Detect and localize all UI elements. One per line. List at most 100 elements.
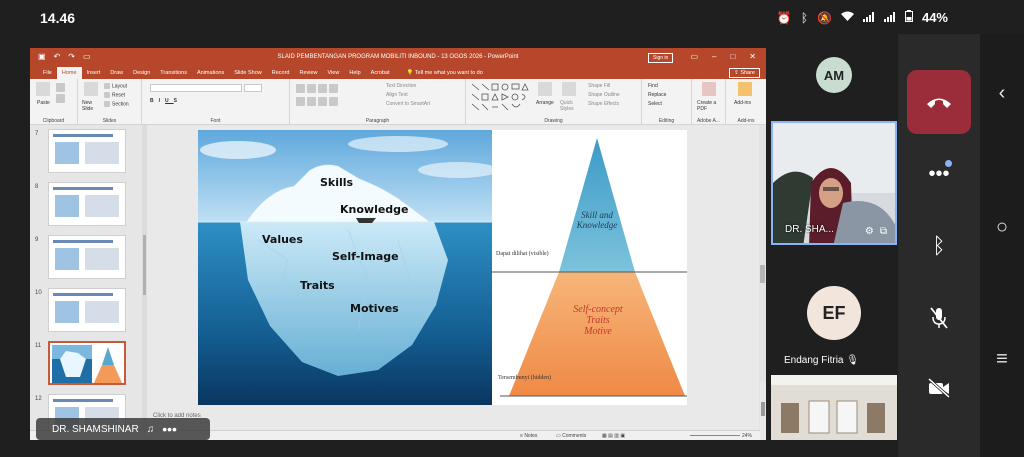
more-options-icon[interactable]: •••: [162, 421, 177, 437]
pyramid-top-text: Skill and Knowledge: [572, 210, 622, 230]
ppt-tab-transitions: Transitions: [160, 70, 187, 76]
meet-screen: 14.46 ⏰ ᛒ 🔕 44% ▣ ↶ ↷ ▭ SLAID PEMBENTANG…: [0, 0, 1024, 457]
pin-icon: ⚙: [864, 226, 874, 237]
pyramid-top-line2: Knowledge: [576, 220, 618, 230]
pyramid-bottom-line3: Motive: [584, 326, 612, 337]
maximize-icon: □: [730, 52, 736, 61]
new-slide-label: New Slide: [82, 100, 94, 112]
battery-level: 44%: [921, 10, 948, 25]
avatar-am[interactable]: AM: [816, 57, 852, 93]
participant-room-tile[interactable]: [771, 375, 897, 440]
fullscreen-icon: ⧉: [879, 226, 887, 237]
slides-label: Slides: [102, 118, 117, 124]
addins-label: Add-ins: [737, 118, 755, 124]
notes-toggle: ≡ Notes: [520, 433, 538, 439]
arrange-button: [538, 82, 554, 96]
ppt-tab-file: File: [43, 70, 52, 76]
participant-video-name: DR. SHA...: [785, 224, 834, 235]
pyramid-top-line1: Skill and: [581, 210, 613, 220]
participants-panel: AM DR. SHA... ⚙ ⧉ EF Endang Fitria 🎙: [770, 48, 898, 440]
thumbnail-number: 7: [35, 131, 39, 137]
slide-thumbnail: [48, 288, 126, 332]
new-slide-button: [84, 82, 100, 96]
drawing-group: Arrange Quick Styles Shape Fill Shape Ou…: [466, 79, 642, 125]
ppt-tab-help: Help: [349, 70, 361, 76]
align-text-label: Align Text: [386, 92, 408, 98]
shared-screen[interactable]: ▣ ↶ ↷ ▭ SLAID PEMBENTANGAN PROGRAM MOBIL…: [30, 48, 766, 440]
ppt-tab-insert: Insert: [86, 70, 101, 76]
participant-video-tile[interactable]: DR. SHA... ⚙ ⧉: [771, 121, 897, 245]
editing-label: Editing: [658, 118, 675, 124]
ribbon-display-icon: ▭: [690, 52, 698, 61]
thumbnail-number: 11: [35, 343, 42, 349]
font-label: Font: [210, 118, 221, 124]
iceberg-image: Skills Knowledge Values Self-Image Trait…: [198, 130, 492, 405]
addins-text: Add-ins: [734, 100, 751, 106]
bluetooth-audio-button[interactable]: ᛒ: [907, 214, 971, 278]
avatar-ef-initials: EF: [822, 302, 846, 323]
hang-up-button[interactable]: [907, 70, 971, 134]
bluetooth-icon-large: ᛒ: [932, 233, 946, 258]
shape-effects-label: Shape Effects: [588, 101, 620, 107]
presenter-name: DR. SHAMSHINAR: [52, 423, 139, 435]
ppt-menu-tabs: File Home Insert Draw Design Transitions Anima…: [30, 67, 766, 79]
microphone-toggle[interactable]: [907, 286, 971, 350]
back-icon[interactable]: ‹: [990, 82, 1014, 105]
thumbnail-number: 8: [35, 184, 39, 190]
ppt-tab-animations: Animations: [196, 70, 225, 76]
font-size-box: [244, 84, 262, 92]
font-group: BIUS Font: [142, 79, 290, 125]
strikethrough-icon: S: [173, 98, 182, 104]
pyramid-bottom-line2: Traits: [586, 315, 610, 326]
copy-icon: [56, 94, 67, 103]
minimize-icon: –: [712, 52, 717, 61]
ppt-tab-acrobat: Acrobat: [370, 70, 390, 76]
iceberg-label-values: Values: [262, 233, 303, 246]
recents-icon[interactable]: ≡: [990, 348, 1014, 371]
thumbnail-number: 12: [35, 396, 42, 402]
convert-smartart-label: Convert to SmartArt: [386, 101, 431, 107]
participant-scrollbar[interactable]: [760, 382, 766, 440]
paragraph-label: Paragraph: [365, 118, 390, 124]
list-icons: [296, 84, 340, 93]
ppt-tab-design: Design: [133, 70, 151, 76]
camera-off-icon: [927, 378, 951, 398]
current-slide: Skills Knowledge Values Self-Image Trait…: [198, 130, 687, 405]
competency-pyramid: Skill and Knowledge Self-concept Traits …: [492, 130, 687, 405]
cut-icon: [56, 83, 67, 92]
ppt-tab-draw: Draw: [110, 70, 124, 76]
zoom-slider: [690, 435, 740, 436]
slide-thumbnail: [48, 235, 126, 279]
adobe-label: Adobe A...: [696, 118, 721, 124]
iceberg-label-self-image: Self-Image: [332, 250, 399, 263]
notification-dot: [945, 160, 952, 167]
clock: 14.46: [40, 10, 76, 26]
shape-outline-label: Shape Outline: [588, 92, 620, 98]
quick-styles-icon: [562, 82, 576, 96]
mic-off-icon: 🎙: [846, 355, 859, 366]
presenter-tag: DR. SHAMSHINAR ♫ •••: [36, 418, 210, 440]
paste-icon: [36, 82, 50, 96]
camera-toggle[interactable]: [907, 356, 971, 420]
slide-canvas: Skills Knowledge Values Self-Image Trait…: [147, 125, 759, 430]
drawing-label: Drawing: [544, 118, 563, 124]
slide-thumbnails: 7 8 9 10 11 12: [30, 125, 142, 430]
home-icon[interactable]: ○: [990, 216, 1014, 239]
more-options-button[interactable]: •••: [907, 142, 971, 206]
reset-label: Reset: [112, 92, 126, 99]
slides-group: New Slide Layout Reset Section Slides: [78, 79, 142, 125]
ppt-ribbon: Paste Clipboard New Slide Layout Reset S…: [30, 79, 766, 125]
avatar-ef[interactable]: EF: [807, 286, 861, 340]
mic-off-icon-large: [930, 307, 948, 329]
new-slide-icon: [84, 82, 98, 96]
battery-icon: [904, 10, 913, 25]
section-button: Section: [104, 101, 129, 107]
avatar-am-initials: AM: [823, 67, 845, 83]
slide-thumbnail: [48, 129, 126, 173]
share-button: ⇪ Share: [729, 68, 760, 78]
pdf-icon: [702, 82, 716, 96]
status-bar: 14.46 ⏰ ᛒ 🔕 44%: [0, 0, 1024, 34]
reset-button: Reset: [104, 92, 125, 98]
create-pdf-button: [702, 82, 718, 96]
notes-area: Click to add notes: [147, 410, 747, 424]
